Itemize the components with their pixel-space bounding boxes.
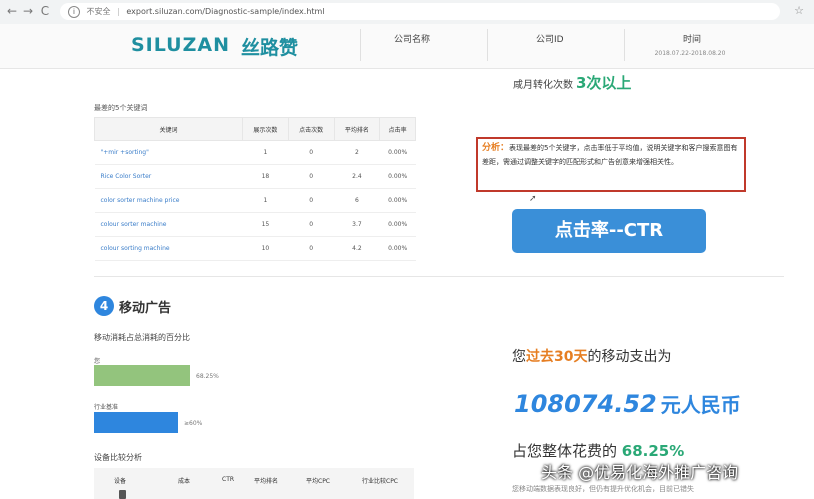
ratio-value: 68.25% (621, 442, 685, 460)
bar-label-you: 您 (94, 358, 101, 365)
browser-toolbar: ← → C i 不安全 | export.siluzan.com/Diagnos… (0, 0, 814, 25)
column-header: 设备 (114, 478, 127, 485)
logo-text-en: SILUZAN (131, 34, 230, 56)
ctr-cell: 0.00% (379, 164, 416, 189)
amount-value: 108074.52 (514, 390, 657, 418)
time-label: 时间 (683, 35, 702, 45)
spend-period: 过去30天 (526, 349, 588, 365)
clicks-cell: 0 (288, 236, 335, 261)
column-header: 点击率 (379, 117, 416, 141)
header-divider (624, 29, 625, 61)
bar-label-industry: 行业基准 (94, 404, 119, 411)
section-number-badge: 4 (94, 296, 114, 316)
column-header: 平均排名 (333, 117, 381, 141)
table-row: colour sorter machine 15 0 3.7 0.00% (94, 212, 416, 237)
insecure-label: 不安全 (86, 7, 111, 16)
conversion-summary: 咸月转化次数 3次以上 (513, 72, 631, 93)
url-separator: | (117, 7, 120, 16)
ctr-cell: 0.00% (379, 212, 416, 237)
table-row: color sorter machine price 1 0 6 0.00% (94, 188, 416, 213)
page-header: SILUZAN 丝路赞 公司名称 公司ID 时间 2018.07.22-2018… (0, 24, 814, 69)
analysis-label: 分析： (482, 143, 510, 153)
avg-rank-cell: 6 (334, 188, 380, 213)
clicks-cell: 0 (288, 188, 335, 213)
avg-rank-cell: 2.4 (334, 164, 380, 189)
impressions-cell: 1 (242, 140, 289, 165)
header-divider (487, 29, 488, 61)
avg-rank-cell: 4.2 (334, 236, 380, 261)
keywords-table: 关键词 展示次数 点击次数 平均排名 点击率 "+mir +sorting" 1… (94, 117, 416, 261)
conversion-value: 3次以上 (576, 74, 632, 92)
keyword-cell: "+mir +sorting" (94, 140, 243, 165)
bar-you (94, 365, 190, 386)
clicks-cell: 0 (288, 164, 335, 189)
column-header: CTR (222, 476, 235, 483)
ratio-label: 占您整体花费的 (512, 442, 618, 460)
conversion-label: 咸月转化次数 (513, 80, 573, 91)
keyword-cell: color sorter machine price (94, 188, 243, 213)
section-title: 移动广告 (119, 301, 172, 316)
column-header: 关键词 (94, 117, 243, 141)
bar-value-you: 68.25% (196, 373, 219, 380)
back-icon[interactable]: ← (4, 3, 20, 19)
header-divider (360, 29, 361, 61)
reload-icon[interactable]: C (37, 3, 53, 19)
address-bar[interactable]: i 不安全 | export.siluzan.com/Diagnostic-sa… (60, 3, 780, 20)
device-table-header: 设备 成本 CTR 平均排名 平均CPC 行业比较CPC (94, 468, 414, 499)
mouse-pointer-icon: ➚ (529, 194, 537, 204)
keyword-cell: colour sorting machine (94, 236, 243, 261)
table-row: "+mir +sorting" 1 0 2 0.00% (94, 140, 416, 165)
analysis-box: 分析：表现最差的5个关键字，点击率低于平均值，说明关键字和客户搜索意图有差距，需… (476, 137, 746, 192)
spend-ratio: 占您整体花费的 68.25% (512, 440, 684, 461)
impressions-cell: 1 (242, 188, 289, 213)
company-name-label: 公司名称 (394, 35, 431, 45)
table-row: colour sorting machine 10 0 4.2 0.00% (94, 236, 416, 261)
watermark: 头条 @优易化海外推广咨询 (541, 463, 739, 482)
clicks-cell: 0 (288, 212, 335, 237)
bookmark-star-icon[interactable]: ☆ (794, 4, 804, 17)
url-text[interactable]: export.siluzan.com/Diagnostic-sample/ind… (126, 7, 324, 16)
clicks-cell: 0 (288, 140, 335, 165)
device-comparison-title: 设备比较分析 (94, 453, 142, 462)
bar-value-industry: ≥60% (184, 420, 203, 427)
ctr-cell: 0.00% (379, 236, 416, 261)
spend-suffix: 的移动支出为 (587, 349, 672, 365)
mobile-spend-heading: 您过去30天的移动支出为 (512, 346, 671, 366)
info-icon[interactable]: i (68, 5, 80, 18)
keywords-table-title: 最差的5个关键词 (94, 104, 148, 112)
analysis-text: 表现最差的5个关键字，点击率低于平均值，说明关键字和客户搜索意图有差距，需通过调… (482, 144, 738, 166)
column-header: 点击次数 (287, 117, 335, 141)
ctr-button[interactable]: 点击率--CTR (512, 209, 706, 253)
logo-text-cn: 丝路赞 (241, 37, 299, 59)
ctr-cell: 0.00% (379, 140, 416, 165)
amount-unit: 元人民币 (660, 393, 741, 417)
mobile-spend-amount: 108074.52 元人民币 (514, 389, 741, 418)
ctr-cell: 0.00% (379, 188, 416, 213)
section-divider (94, 276, 784, 277)
company-id-label: 公司ID (536, 35, 564, 45)
column-header: 平均CPC (306, 478, 330, 485)
column-header: 展示次数 (242, 117, 289, 141)
date-range: 2018.07.22-2018.08.20 (654, 50, 726, 57)
impressions-cell: 10 (242, 236, 289, 261)
spend-note: 您移动端数据表现良好，但仍有提升优化机会，目前已错失 (512, 485, 694, 493)
avg-rank-cell: 3.7 (334, 212, 380, 237)
column-header: 平均排名 (254, 478, 279, 485)
impressions-cell: 15 (242, 212, 289, 237)
table-row: Rice Color Sorter 18 0 2.4 0.00% (94, 164, 416, 189)
forward-icon[interactable]: → (20, 3, 36, 19)
spend-prefix: 您 (512, 349, 526, 365)
bar-industry (94, 412, 178, 433)
column-header: 行业比较CPC (362, 478, 398, 485)
mobile-share-subtitle: 移动消耗占总消耗的百分比 (94, 333, 190, 342)
keyword-cell: Rice Color Sorter (94, 164, 243, 189)
column-header: 成本 (178, 478, 191, 485)
mobile-device-icon (119, 490, 126, 499)
avg-rank-cell: 2 (334, 140, 380, 165)
keyword-cell: colour sorter machine (94, 212, 243, 237)
impressions-cell: 18 (242, 164, 289, 189)
